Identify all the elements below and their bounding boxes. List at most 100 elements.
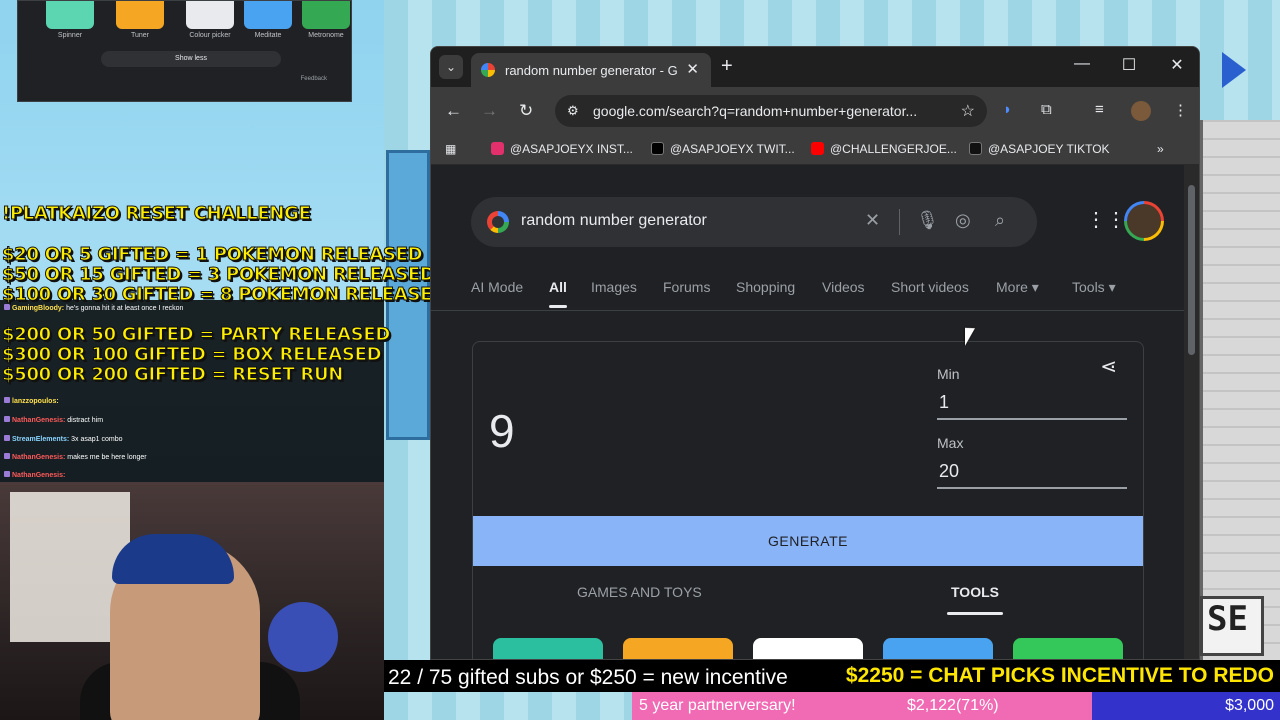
close-window-button[interactable]: ✕ — [1162, 55, 1192, 75]
spinner-tile[interactable] — [46, 1, 94, 29]
google-apps-icon[interactable]: ⋮⋮ — [1086, 207, 1126, 232]
tab-short-videos[interactable]: Short videos — [891, 279, 969, 295]
tabs-divider — [431, 310, 1186, 311]
max-input[interactable]: 20 — [939, 461, 959, 482]
show-less-button[interactable]: Show less — [101, 51, 281, 67]
min-underline — [937, 418, 1127, 420]
challenge-title: !PLATKAIZO RESET CHALLENGE — [2, 203, 312, 225]
menu-icon[interactable]: ⋮ — [1173, 101, 1188, 119]
title-bar: ⌄ random number generator - Google Searc… — [431, 47, 1199, 87]
tab-tools-card[interactable]: TOOLS — [951, 584, 999, 600]
tab-tools-label: Tools — [1072, 279, 1105, 295]
search-icon[interactable]: ⌕ — [995, 210, 1005, 231]
bookmarks-bar: ▦ @ASAPJOEYX INST... @ASAPJOEYX TWIT... … — [431, 135, 1199, 165]
minimize-button[interactable]: — — [1067, 55, 1097, 73]
tool-card-colour-picker[interactable] — [753, 638, 863, 659]
tab-forums[interactable]: Forums — [663, 279, 710, 295]
challenge-line: $300 OR 100 GIFTED = BOX RELEASED — [1, 344, 382, 366]
tab-games-and-toys[interactable]: GAMES AND TOYS — [577, 584, 702, 600]
chat-message: lanzzopoulos: — [4, 397, 59, 405]
tab-shopping[interactable]: Shopping — [736, 279, 795, 295]
tool-card-spinner[interactable] — [493, 638, 603, 659]
bookmark-label: @CHALLENGERJOE... — [830, 142, 957, 156]
extensions-icon[interactable]: ⧉ — [1041, 101, 1052, 118]
chat-text: distract him — [67, 417, 104, 424]
max-label: Max — [937, 435, 964, 451]
webcam-plush — [268, 602, 338, 672]
game-wall-right — [1200, 120, 1280, 660]
search-box[interactable]: random number generator ✕ 🎙 ◎ ⌕ — [471, 197, 1037, 247]
chat-text: 3x asap1 combo — [71, 436, 123, 443]
audio-icon[interactable]: ◗ — [1003, 101, 1012, 118]
account-avatar[interactable] — [1124, 201, 1164, 241]
close-tab-icon[interactable]: ✕ — [686, 60, 699, 78]
tab-search-button[interactable]: ⌄ — [439, 55, 463, 79]
challenge-line: $100 OR 30 GIFTED = 8 POKEMON RELEASED — [2, 284, 448, 306]
tab-active[interactable]: random number generator - Google Search … — [471, 53, 711, 87]
stream-ticker: 22 / 75 gifted subs or $250 = new incent… — [384, 660, 1280, 692]
goal-title: 5 year partnerversary! — [639, 697, 796, 714]
ticker-left-text: 22 / 75 gifted subs or $250 = new incent… — [388, 666, 788, 689]
tool-label: Spinner — [57, 32, 83, 39]
tab-ai-mode[interactable]: AI Mode — [471, 279, 523, 295]
bookmark-item[interactable]: @CHALLENGERJOE... — [811, 142, 957, 156]
apps-grid-icon[interactable]: ▦ — [445, 142, 456, 156]
browser-window: ⌄ random number generator - Google Searc… — [430, 46, 1200, 660]
site-info-icon[interactable]: ⚙ — [567, 103, 579, 119]
new-tab-button[interactable]: + — [721, 55, 733, 78]
camera-lens-icon[interactable]: ◎ — [955, 210, 971, 231]
profile-avatar[interactable] — [1131, 101, 1151, 121]
bookmark-item[interactable]: @ASAPJOEYX TWIT... — [651, 142, 795, 156]
page-scrollbar[interactable] — [1184, 165, 1199, 659]
reload-button[interactable]: ↻ — [519, 101, 533, 121]
forward-button[interactable]: → — [481, 101, 498, 121]
tool-card-tuner[interactable] — [623, 638, 733, 659]
address-bar[interactable]: ⚙ google.com/search?q=random+number+gene… — [555, 95, 987, 127]
tool-label: Meditate — [254, 32, 282, 39]
clear-search-icon[interactable]: ✕ — [865, 210, 880, 231]
youtube-icon — [811, 142, 824, 155]
tool-label: Tuner — [130, 32, 150, 39]
tab-videos[interactable]: Videos — [822, 279, 865, 295]
colour-picker-tile[interactable] — [186, 1, 234, 29]
media-control-icon[interactable]: ≡ — [1095, 101, 1104, 118]
chat-message: GamingBloody: he's gonna hit it at least… — [4, 304, 183, 312]
metronome-tile[interactable] — [302, 1, 350, 29]
url-text: google.com/search?q=random+number+genera… — [593, 103, 918, 119]
microphone-icon[interactable]: 🎙 — [916, 210, 939, 231]
x-twitter-icon — [651, 142, 664, 155]
tab-more[interactable]: More ▾ — [996, 279, 1039, 296]
challenge-line: $20 OR 5 GIFTED = 1 POKEMON RELEASED — [1, 244, 423, 266]
bookmark-star-icon[interactable]: ☆ — [961, 101, 975, 121]
min-input[interactable]: 1 — [939, 392, 949, 413]
goal-target: $3,000 — [1225, 697, 1274, 714]
bookmark-label: @ASAPJOEYX INST... — [510, 142, 633, 156]
meditate-tile[interactable] — [244, 1, 292, 29]
search-divider — [899, 209, 900, 235]
card-tab-indicator — [947, 612, 1003, 615]
back-button[interactable]: ← — [445, 101, 462, 121]
tab-all[interactable]: All — [549, 279, 567, 295]
tab-images[interactable]: Images — [591, 279, 637, 295]
feedback-link[interactable]: Feedback — [301, 76, 327, 82]
challenge-line: $200 OR 50 GIFTED = PARTY RELEASED — [2, 324, 391, 346]
tool-label: Metronome — [308, 32, 344, 39]
more-bookmarks-icon[interactable]: » — [1157, 142, 1164, 156]
maximize-button[interactable]: ☐ — [1114, 55, 1144, 75]
search-input[interactable]: random number generator — [521, 212, 707, 230]
game-arrow-icon — [1222, 52, 1246, 88]
min-label: Min — [937, 366, 960, 382]
generate-button[interactable]: GENERATE — [473, 516, 1143, 566]
chat-username: lanzzopoulos: — [12, 398, 59, 405]
ticker-right-text: $2250 = CHAT PICKS INCENTIVE TO REDO — [845, 664, 1274, 687]
tuner-tile[interactable] — [116, 1, 164, 29]
tool-card-meditate[interactable] — [883, 638, 993, 659]
tab-tools[interactable]: Tools ▾ — [1072, 279, 1116, 296]
max-underline — [937, 487, 1127, 489]
share-icon[interactable]: ⋖ — [1100, 354, 1117, 379]
chat-username: NathanGenesis: — [12, 454, 66, 461]
scroll-thumb[interactable] — [1188, 185, 1195, 355]
bookmark-item[interactable]: @ASAPJOEYX INST... — [491, 142, 633, 156]
bookmark-item[interactable]: @ASAPJOEY TIKTOK — [969, 142, 1110, 156]
tool-card-metronome[interactable] — [1013, 638, 1123, 659]
